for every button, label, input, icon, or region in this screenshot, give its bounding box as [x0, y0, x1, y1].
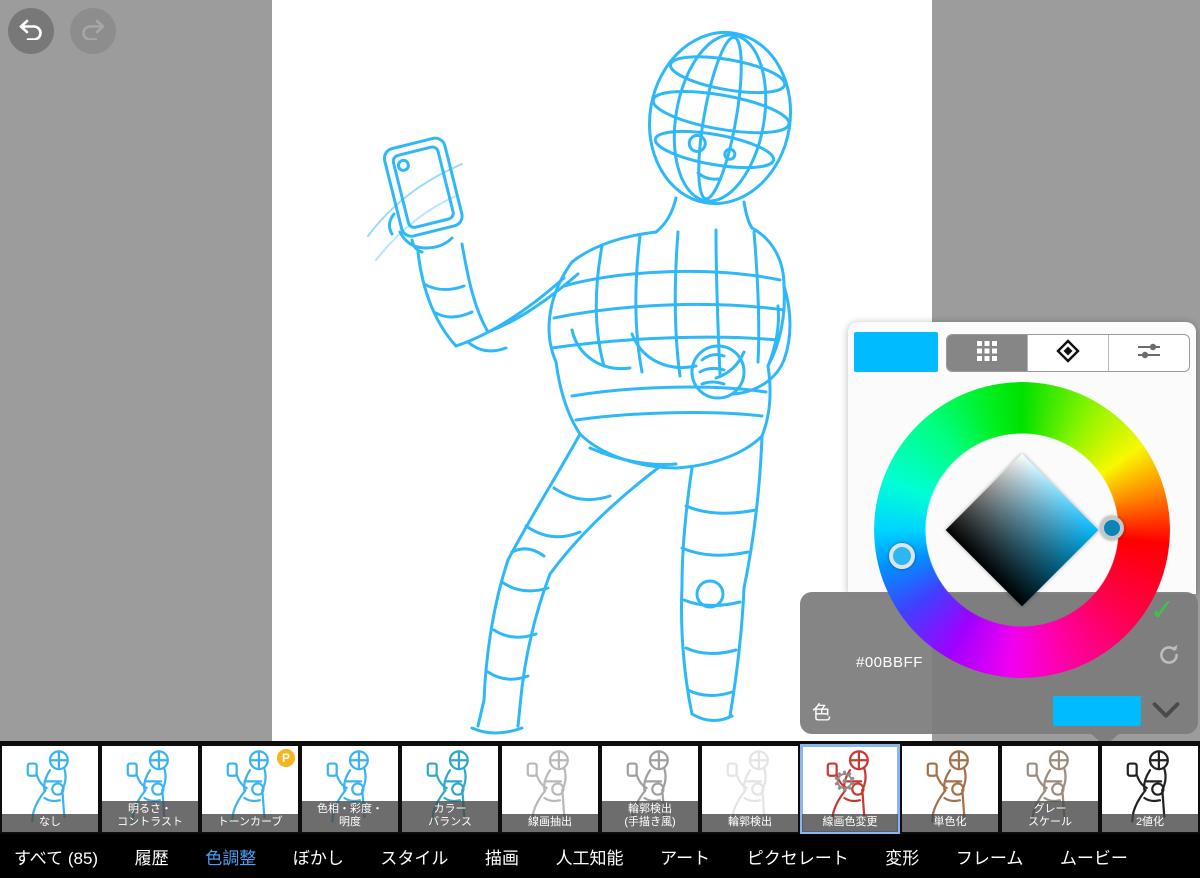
tab-style[interactable]: スタイル: [380, 844, 448, 869]
color-dropdown-swatch[interactable]: [1053, 696, 1141, 726]
tab-frame[interactable]: フレーム: [956, 844, 1024, 869]
filter-thumb-tone-curve[interactable]: P トーンカーブ: [202, 746, 298, 832]
filter-thumb-edge-detect[interactable]: 輪郭検出: [702, 746, 798, 832]
tab-draw[interactable]: 描画: [485, 844, 519, 869]
filter-thumb-binarize[interactable]: 2値化: [1102, 746, 1198, 832]
tab-hsv-diamond[interactable]: [1028, 335, 1109, 371]
filter-thumb-none[interactable]: なし: [2, 746, 98, 832]
filter-label: 色相・彩度・ 明度: [302, 800, 398, 832]
premium-badge: P: [277, 749, 295, 767]
filter-label: 線画抽出: [502, 813, 598, 832]
filter-thumb-brightness-contrast[interactable]: 明るさ・ コントラスト: [102, 746, 198, 832]
undo-button[interactable]: [8, 8, 54, 54]
color-row-label: 色: [812, 703, 832, 724]
color-wheel[interactable]: [874, 382, 1170, 678]
picker-mode-tabs: [946, 334, 1190, 372]
gear-icon: ⚙: [832, 766, 858, 797]
hex-value: #00BBFF: [856, 654, 923, 671]
tab-palette-grid[interactable]: [947, 335, 1028, 371]
filter-thumb-monochrome[interactable]: 単色化: [902, 746, 998, 832]
category-bar: すべて (85) 履歴 色調整 ぼかし スタイル 描画 人工知能 アート ピクセ…: [0, 834, 1200, 878]
filter-label: 線画色変更: [802, 813, 898, 832]
filter-label: 明るさ・ コントラスト: [102, 800, 198, 832]
filter-filmstrip: なし 明るさ・ コントラスト P トーンカーブ 色相・彩度・ 明度 カラー バラ…: [0, 741, 1200, 834]
sv-handle[interactable]: [1100, 516, 1124, 540]
tab-ai[interactable]: 人工知能: [556, 844, 624, 869]
reset-color-icon[interactable]: [1156, 642, 1182, 673]
filter-label: 輪郭検出: [702, 813, 798, 832]
confirm-check-icon[interactable]: ✓: [1150, 596, 1175, 626]
filter-label: 2値化: [1102, 813, 1198, 832]
tab-history[interactable]: 履歴: [135, 844, 169, 869]
filter-thumb-lineart-color-change[interactable]: ⚙ 線画色変更: [800, 744, 900, 834]
redo-button[interactable]: [70, 8, 116, 54]
tab-sliders[interactable]: [1109, 335, 1189, 371]
filter-label: 単色化: [902, 813, 998, 832]
sliders-icon: [1136, 342, 1162, 365]
chevron-down-icon[interactable]: [1152, 702, 1180, 723]
hue-handle[interactable]: [889, 543, 915, 569]
filter-label: トーンカーブ: [202, 813, 298, 832]
redo-icon: [80, 18, 106, 45]
diamond-icon: [1056, 338, 1080, 368]
grid-icon: [976, 340, 998, 367]
filter-label: グレー スケール: [1002, 800, 1098, 832]
filter-label: 輪郭検出 (手描き風): [602, 800, 698, 832]
tab-art[interactable]: アート: [660, 844, 710, 869]
current-color-swatch[interactable]: [854, 332, 938, 372]
filter-thumb-grayscale[interactable]: グレー スケール: [1002, 746, 1098, 832]
tab-all[interactable]: すべて (85): [14, 844, 98, 869]
undo-icon: [18, 18, 44, 45]
tab-pixelate[interactable]: ピクセレート: [747, 844, 849, 869]
filter-thumb-lineart-extract[interactable]: 線画抽出: [502, 746, 598, 832]
filter-thumb-hue-saturation[interactable]: 色相・彩度・ 明度: [302, 746, 398, 832]
filter-thumb-color-balance[interactable]: カラー バランス: [402, 746, 498, 832]
filter-label: カラー バランス: [402, 800, 498, 832]
tab-blur[interactable]: ぼかし: [293, 844, 344, 869]
tab-color-adjust[interactable]: 色調整: [205, 844, 256, 869]
tab-movie[interactable]: ムービー: [1060, 844, 1128, 869]
tab-transform[interactable]: 変形: [885, 844, 919, 869]
filter-thumb-edge-handdrawn[interactable]: 輪郭検出 (手描き風): [602, 746, 698, 832]
filter-label: なし: [2, 813, 98, 832]
